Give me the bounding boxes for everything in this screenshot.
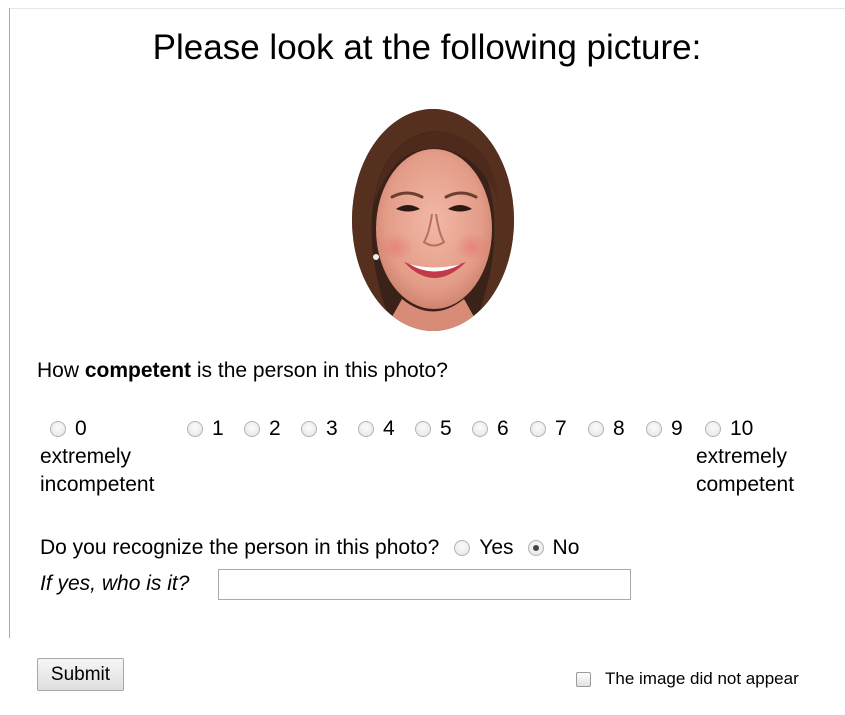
- rating-radio-5[interactable]: [415, 421, 431, 437]
- rating-label-6: 6: [497, 417, 509, 440]
- rating-option-0[interactable]: 0: [50, 416, 87, 442]
- rating-label-9: 9: [671, 417, 683, 440]
- rating-radio-2[interactable]: [244, 421, 260, 437]
- rating-option-4[interactable]: 4: [358, 416, 395, 442]
- low-anchor-line1: extremely: [40, 445, 132, 468]
- rating-option-5[interactable]: 5: [415, 416, 452, 442]
- rating-option-6[interactable]: 6: [472, 416, 509, 442]
- recognize-question: Do you recognize the person in this phot…: [40, 536, 440, 559]
- rating-option-3[interactable]: 3: [301, 416, 338, 442]
- recognize-radio-no[interactable]: [527, 540, 544, 556]
- question-emphasis: competent: [84, 359, 192, 382]
- rating-label-4: 4: [383, 417, 395, 440]
- rating-radio-7[interactable]: [530, 421, 546, 437]
- left-divider: [9, 8, 10, 638]
- image-missing-label: The image did not appear: [605, 669, 799, 688]
- high-anchor-line1: extremely: [696, 445, 788, 468]
- rating-radio-1[interactable]: [187, 421, 203, 437]
- question-prefix: How: [37, 359, 85, 382]
- recognize-option-yes[interactable]: Yes: [454, 534, 514, 562]
- submit-button[interactable]: Submit: [37, 658, 124, 691]
- page-title: Please look at the following picture:: [152, 28, 702, 67]
- rating-label-1: 1: [212, 417, 224, 440]
- identify-label: If yes, who is it?: [40, 572, 190, 595]
- rating-label-5: 5: [440, 417, 452, 440]
- rating-label-7: 7: [555, 417, 567, 440]
- recognize-label-yes: Yes: [479, 536, 514, 559]
- rating-radio-3[interactable]: [301, 421, 317, 437]
- top-divider: [9, 8, 845, 9]
- rating-label-0: 0: [75, 417, 87, 440]
- rating-radio-6[interactable]: [472, 421, 488, 437]
- rating-option-1[interactable]: 1: [187, 416, 224, 442]
- rating-radio-8[interactable]: [588, 421, 604, 437]
- recognize-question-row: Do you recognize the person in this phot…: [40, 534, 579, 562]
- recognize-radio-yes[interactable]: [454, 540, 471, 556]
- rating-option-7[interactable]: 7: [530, 416, 567, 442]
- competence-question: How competent is the person in this phot…: [37, 357, 448, 385]
- rating-option-2[interactable]: 2: [244, 416, 281, 442]
- low-anchor-line2: incompetent: [40, 473, 155, 496]
- rating-option-10[interactable]: 10: [705, 416, 753, 442]
- rating-radio-0[interactable]: [50, 421, 66, 437]
- survey-page: Please look at the following picture: Ho…: [0, 0, 845, 715]
- high-anchor-line2: competent: [696, 473, 795, 496]
- rating-option-8[interactable]: 8: [588, 416, 625, 442]
- identify-input[interactable]: [218, 569, 631, 600]
- question-suffix: is the person in this photo?: [191, 359, 448, 382]
- rating-label-2: 2: [269, 417, 281, 440]
- rating-label-3: 3: [326, 417, 338, 440]
- rating-option-9[interactable]: 9: [646, 416, 683, 442]
- rating-radio-9[interactable]: [646, 421, 662, 437]
- image-missing-option[interactable]: The image did not appear: [576, 668, 799, 690]
- rating-label-10: 10: [730, 417, 754, 440]
- rating-label-8: 8: [613, 417, 625, 440]
- rating-radio-4[interactable]: [358, 421, 374, 437]
- recognize-label-no: No: [552, 536, 580, 559]
- rating-radio-10[interactable]: [705, 421, 721, 437]
- image-missing-checkbox[interactable]: [576, 671, 591, 687]
- person-photo: [352, 109, 514, 331]
- recognize-option-no[interactable]: No: [527, 534, 580, 562]
